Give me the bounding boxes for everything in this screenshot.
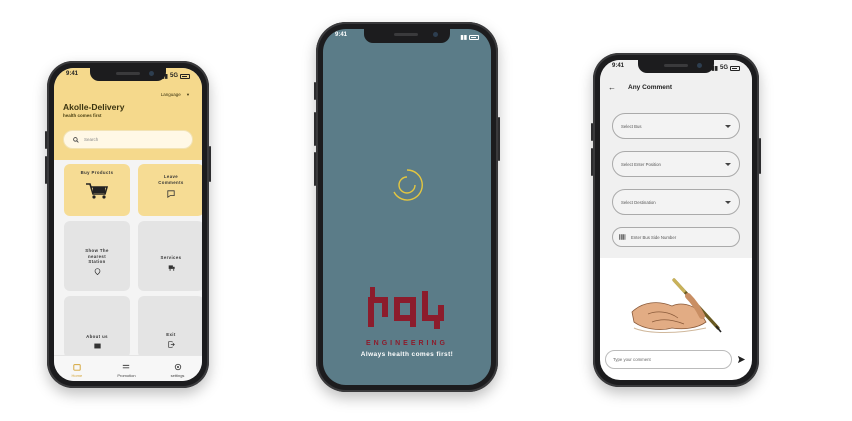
nav-settings[interactable]: settings [171, 363, 184, 378]
tile-leave-comments[interactable]: Leave Comments [138, 164, 202, 216]
select-position-dropdown[interactable]: Select Enter Position [612, 151, 740, 177]
barcode-icon [619, 234, 626, 240]
logout-icon [167, 340, 175, 348]
phone-home-screen: 9:41 ▮▮5G Language ▼ Akolle-Delivery hea… [45, 61, 211, 388]
gear-icon [174, 363, 181, 371]
select-bus-dropdown[interactable]: Select Bus [612, 113, 740, 139]
back-arrow-icon[interactable]: ← [608, 83, 616, 92]
hand-writing-illustration [631, 278, 722, 333]
search-input[interactable]: Search [63, 130, 193, 149]
signal-icon: ▮▮ [460, 34, 467, 41]
page-title: Any Comment [628, 84, 673, 91]
brand-logo: ENGINEERING Always health comes first! [323, 287, 491, 358]
language-dropdown[interactable]: Language ▼ [161, 92, 190, 97]
info-card-icon [93, 343, 101, 349]
search-icon [73, 136, 79, 143]
phone-comment-screen: 9:41 ▮▮ 5G ← Any Comment Select Bus Selec… [591, 53, 761, 387]
comment-input[interactable]: Type your comment [605, 350, 732, 369]
network-label: 5G [169, 73, 178, 79]
loading-spinner-icon [393, 169, 423, 201]
comment-form: 9:41 ▮▮ 5G ← Any Comment Select Bus Selec… [600, 60, 752, 258]
tile-nearest-station[interactable]: Show The nearest Station [64, 221, 130, 291]
status-time: 9:41 [66, 71, 79, 77]
tile-about-us[interactable]: About us [64, 296, 130, 358]
battery-icon [730, 65, 740, 71]
search-placeholder: Search [84, 137, 99, 142]
tile-buy-products[interactable]: Buy Products [64, 164, 130, 216]
caret-down-icon [725, 200, 731, 204]
tile-services[interactable]: Services [138, 221, 202, 291]
status-time: 9:41 [612, 63, 625, 69]
logo-subtitle: ENGINEERING [365, 340, 448, 347]
app-tagline: health comes first [63, 113, 102, 118]
map-pin-icon [94, 268, 100, 275]
select-destination-dropdown[interactable]: Select Destination [612, 189, 740, 215]
caret-down-icon [725, 124, 731, 128]
home-header: 9:41 ▮▮5G Language ▼ Akolle-Delivery hea… [54, 68, 202, 160]
phone-splash-screen: 9:41 ▮▮ ENGINEERING Always health comes … [314, 22, 500, 392]
bus-side-number-input[interactable]: Enter Bus Side Number [612, 227, 740, 247]
bottom-navigation: Home Promotion settings [54, 355, 202, 381]
network-label: 5G [719, 65, 728, 71]
status-time: 9:41 [335, 32, 348, 38]
home-icon [73, 364, 81, 371]
menu-icon [123, 364, 130, 369]
app-title: Akolle-Delivery [63, 102, 125, 112]
battery-icon [469, 34, 479, 40]
cart-icon [86, 182, 109, 199]
caret-down-icon [725, 162, 731, 166]
tile-exit[interactable]: Exit [138, 296, 202, 358]
akolle-logo-glyphs [368, 287, 444, 329]
splash-tagline: Always health comes first! [360, 351, 454, 358]
send-icon[interactable] [737, 355, 746, 364]
truck-icon [168, 264, 175, 271]
battery-icon [180, 73, 190, 79]
nav-promotion[interactable]: Promotion [117, 363, 136, 378]
nav-home[interactable]: Home [72, 363, 82, 378]
comment-icon [167, 190, 175, 199]
chevron-down-icon: ▼ [186, 92, 190, 97]
